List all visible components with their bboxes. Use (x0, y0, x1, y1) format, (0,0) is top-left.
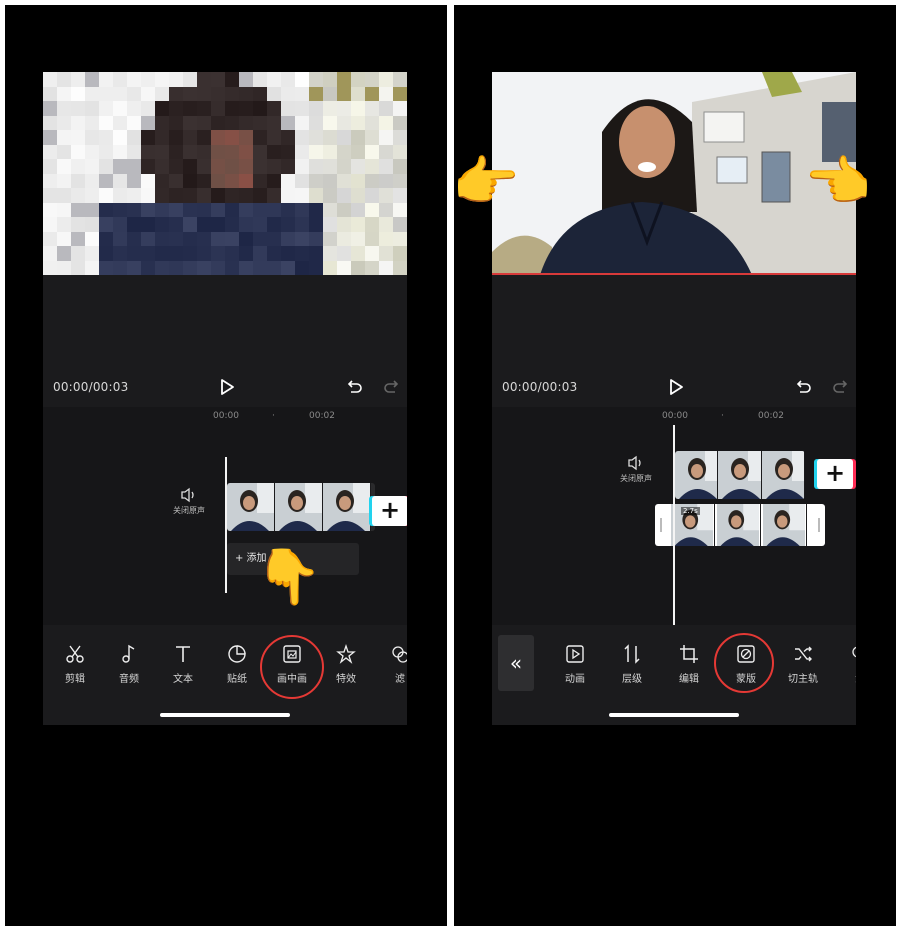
phone-screen: 00:00/00:03 00:00 · 00:02 关闭 (43, 72, 407, 725)
layer-order-icon (624, 644, 640, 664)
clip-thumbnail (227, 483, 275, 531)
time-display: 00:00/00:03 (53, 380, 129, 394)
add-clip-button[interactable]: + (372, 496, 407, 526)
tool-label: 滤 (395, 674, 405, 685)
redo-icon[interactable] (832, 378, 850, 396)
left-screenshot-panel: 00:00/00:03 00:00 · 00:02 关闭原声 + + 添加 剪辑… (5, 5, 447, 926)
video-preview[interactable] (492, 72, 856, 275)
home-indicator (609, 713, 739, 717)
clip-thumbnail (718, 451, 762, 499)
duration-badge: 2.7s (681, 507, 700, 515)
tool-label: 音频 (119, 674, 139, 685)
tool-cut[interactable]: 剪辑 (50, 643, 100, 685)
clip-thumbnail (323, 483, 371, 531)
playback-controls: 00:00/00:03 (43, 372, 407, 402)
ruler-tick-label: 00:02 (309, 411, 335, 421)
ruler-dot: · (272, 411, 275, 421)
tool-edit[interactable]: 编辑 (664, 643, 714, 685)
filter-icon (392, 646, 407, 663)
tool-audio[interactable]: 音频 (104, 643, 154, 685)
pointing-down-hand-icon: 👇 (255, 545, 323, 608)
tool-layer[interactable]: 层级 (607, 643, 657, 685)
tool-sticker[interactable]: 贴纸 (212, 643, 262, 685)
video-preview[interactable] (43, 72, 407, 275)
trim-handle-left[interactable] (660, 518, 662, 532)
clip-thumbnail (275, 483, 323, 531)
mute-label: 关闭原声 (620, 474, 652, 483)
mute-label: 关闭原声 (173, 506, 205, 515)
tool-label: 动画 (565, 674, 585, 685)
mute-original-audio-button[interactable]: 关闭原声 (159, 487, 219, 516)
collapse-back-button[interactable]: « (498, 635, 534, 691)
sticker-icon (228, 645, 246, 663)
bottom-toolbar: « 动画 层级 编辑 蒙版 切主轨 (492, 625, 856, 725)
picture-in-picture-clip[interactable]: 2.7s (655, 504, 825, 546)
tool-label: 剪辑 (65, 674, 85, 685)
tool-label: 编辑 (679, 674, 699, 685)
home-indicator (160, 713, 290, 717)
tool-text[interactable]: 文本 (158, 643, 208, 685)
pointing-right-hand-icon: 👉 (454, 150, 520, 213)
crop-icon (680, 645, 698, 663)
tool-label: 切主轨 (788, 674, 818, 685)
tool-label: 特效 (336, 674, 356, 685)
bottom-toolbar: 剪辑 音频 文本 贴纸 画中画 特效 滤 (43, 625, 407, 725)
timeline-area[interactable]: 00:00 · 00:02 关闭原声 + + 添加 (43, 407, 407, 625)
pointing-left-hand-icon: 👈 (804, 150, 872, 213)
clip-thumbnail (761, 504, 807, 546)
speaker-icon (181, 487, 194, 503)
sparkle-star-icon (336, 643, 356, 664)
time-display: 00:00/00:03 (502, 380, 578, 394)
add-clip-button[interactable]: + (817, 459, 853, 489)
clip-thumbnail (761, 451, 805, 499)
phone-screen: 00:00/00:03 00:00 · 00:02 关闭 (492, 72, 856, 725)
timeline-area[interactable]: 00:00 · 00:02 关闭原声 + 2.7s (492, 407, 856, 625)
tool-animation[interactable]: 动画 (550, 643, 600, 685)
tool-switch-main-track[interactable]: 切主轨 (778, 643, 828, 685)
music-note-icon (122, 644, 135, 663)
playback-controls: 00:00/00:03 (492, 372, 856, 402)
pixelated-video-frame (43, 72, 407, 275)
clip-thumbnail (675, 451, 719, 499)
shuffle-icon (795, 646, 812, 662)
undo-icon[interactable] (794, 378, 812, 396)
highlight-circle (260, 635, 324, 699)
speaker-icon (628, 455, 641, 471)
trim-handle-right[interactable] (818, 518, 820, 532)
tool-filter[interactable]: 滤 (375, 643, 407, 685)
text-t-icon (176, 646, 190, 662)
main-video-clip[interactable] (675, 451, 805, 499)
ruler-tick-label: 00:00 (213, 411, 239, 421)
redo-icon[interactable] (383, 378, 401, 396)
tool-effects[interactable]: 特效 (321, 643, 371, 685)
filter-icon (852, 646, 856, 658)
tool-label: 贴纸 (227, 674, 247, 685)
ruler-dot: · (721, 411, 724, 421)
clip-thumbnail (715, 504, 761, 546)
scissors-icon (66, 645, 84, 663)
ruler-tick-label: 00:00 (662, 411, 688, 421)
ruler-tick-label: 00:02 (758, 411, 784, 421)
plus-icon: + (379, 496, 401, 524)
mute-original-audio-button[interactable]: 关闭原声 (606, 455, 666, 484)
undo-icon[interactable] (345, 378, 363, 396)
play-icon[interactable] (217, 377, 237, 397)
right-screenshot-panel: 00:00/00:03 00:00 · 00:02 关闭原声 + 2.7s « … (454, 5, 896, 926)
highlight-circle (714, 633, 774, 693)
tool-label: 层级 (622, 674, 642, 685)
plus-icon: + (824, 459, 846, 487)
playhead[interactable] (673, 425, 675, 625)
tool-filter[interactable]: 滤 (835, 643, 856, 685)
play-icon[interactable] (666, 377, 686, 397)
main-video-clip[interactable] (227, 483, 375, 531)
tool-label: 滤 (835, 670, 856, 685)
video-frame-person (492, 72, 856, 273)
tool-label: 文本 (173, 674, 193, 685)
play-square-icon (566, 645, 584, 663)
double-chevron-left-icon: « (509, 651, 523, 675)
